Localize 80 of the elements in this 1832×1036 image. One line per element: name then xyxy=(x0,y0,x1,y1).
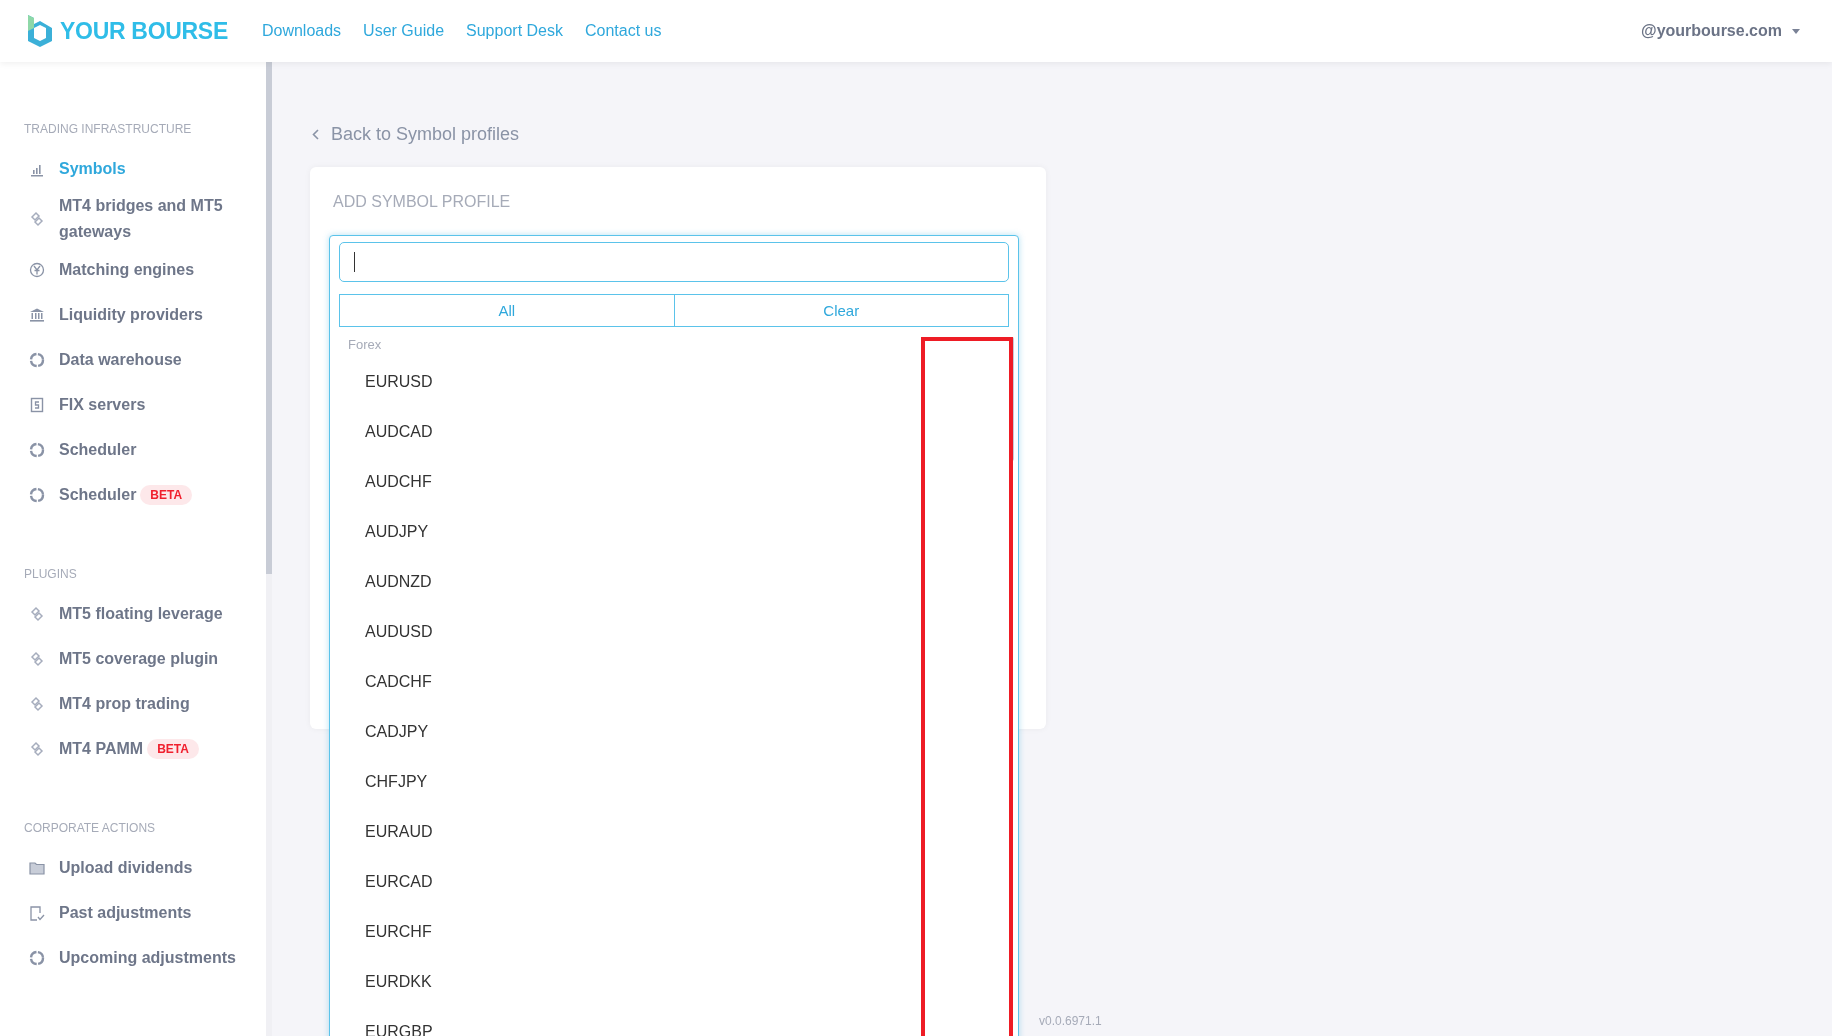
dropdown-option[interactable]: CADJPY xyxy=(339,707,429,757)
group-label: Forex xyxy=(347,337,383,354)
sidebar-item-label: Scheduler xyxy=(59,484,137,505)
dropdown-option[interactable]: EURUSD xyxy=(339,357,433,407)
sidebar-item-label: Liquidity providers xyxy=(59,304,203,325)
card-title: ADD SYMBOL PROFILE xyxy=(333,193,512,211)
beta-badge: BETA xyxy=(140,484,193,505)
select-button[interactable]: All xyxy=(339,294,675,327)
sidebar-item[interactable]: MT4 PAMM BETA xyxy=(24,726,266,771)
sidebar-item-label: Scheduler xyxy=(59,439,137,460)
sidebar-item-label: Symbols xyxy=(59,158,126,179)
sidebar-item[interactable]: Past adjustments xyxy=(24,890,266,935)
ring-icon xyxy=(29,486,45,503)
section-heading: CORPORATE ACTIONS xyxy=(24,821,157,835)
ring-icon xyxy=(29,351,45,368)
sidebar-item[interactable]: MT5 floating leverage xyxy=(24,591,266,636)
sidebar-item-label: Upcoming adjustments xyxy=(59,947,236,968)
chain-link-icon xyxy=(29,211,45,227)
logo-icon xyxy=(26,14,54,48)
sidebar-item-label: Matching engines xyxy=(59,259,195,280)
sidebar-item[interactable]: MT5 coverage plugin xyxy=(24,636,266,681)
sidebar-item[interactable]: Symbols xyxy=(24,146,266,191)
search-field[interactable] xyxy=(339,242,1009,282)
sidebar-item-label: Upload dividends xyxy=(59,857,193,878)
dropdown-option[interactable]: AUDCHF xyxy=(339,457,432,507)
sidebar-item[interactable]: Upload dividends xyxy=(24,845,266,890)
chain-link-icon xyxy=(29,740,45,757)
folder-icon xyxy=(29,859,45,876)
nav-link[interactable]: Contact us xyxy=(584,22,662,40)
dropdown-option[interactable]: AUDNZD xyxy=(339,557,432,607)
sidebar-item-label: MT4 bridges and MT5 gateways xyxy=(59,196,224,242)
chain-link-icon xyxy=(29,695,45,712)
dropdown-option[interactable]: CHFJPY xyxy=(339,757,428,807)
nav-link[interactable]: User Guide xyxy=(363,22,445,40)
dropdown-option[interactable]: CADCHF xyxy=(339,657,432,707)
sidebar-item[interactable]: Data warehouse xyxy=(24,337,266,382)
sidebar-item[interactable]: Liquidity providers xyxy=(24,292,266,337)
select-button[interactable]: Clear xyxy=(674,294,1009,327)
chevron-left-icon xyxy=(312,129,319,140)
sidebar-item[interactable]: Upcoming adjustments xyxy=(24,935,266,980)
chain-link-icon xyxy=(29,650,45,667)
section-heading: TRADING INFRASTRUCTURE xyxy=(24,122,193,136)
version-text: v0.0.6971.1 xyxy=(1039,1014,1102,1028)
ring-icon xyxy=(29,949,45,966)
scrollbar-thumb[interactable] xyxy=(266,62,272,574)
sidebar-item[interactable]: MT4 prop trading xyxy=(24,681,266,726)
account-menu[interactable]: @yourbourse.com xyxy=(1635,21,1806,41)
nav-link[interactable]: Downloads xyxy=(261,22,342,40)
dropdown-option[interactable]: EURCAD xyxy=(339,857,433,907)
dropdown-option[interactable]: AUDJPY xyxy=(339,507,429,557)
sidebar-item[interactable]: MT4 bridges and MT5 gateways xyxy=(24,191,266,247)
sidebar-item-label: MT5 coverage plugin xyxy=(59,648,219,669)
dropdown-option[interactable]: EURCHF xyxy=(339,907,432,957)
dropdown-option[interactable]: AUDUSD xyxy=(339,607,433,657)
scrollbar-thumb[interactable] xyxy=(1010,337,1014,461)
caret-icon xyxy=(1792,28,1800,34)
document-icon xyxy=(29,396,45,413)
back-link[interactable]: Back to Symbol profiles xyxy=(312,124,520,145)
dropdown-option[interactable]: AUDCAD xyxy=(339,407,433,457)
sidebar-item[interactable]: Matching engines xyxy=(24,247,266,292)
sidebar-item-label: MT4 PAMM xyxy=(59,738,144,759)
sidebar-item-label: FIX servers xyxy=(59,394,146,415)
sidebar-item-label: Past adjustments xyxy=(59,902,192,923)
logo-text: YOUR BOURSE xyxy=(60,17,228,45)
document-check-icon xyxy=(29,904,45,921)
dropdown-option[interactable]: EURAUD xyxy=(339,807,433,857)
bank-icon xyxy=(29,306,45,323)
sidebar-item[interactable]: FIX servers xyxy=(24,382,266,427)
sidebar-item-label: MT5 floating leverage xyxy=(59,603,223,624)
ring-icon xyxy=(29,441,45,458)
sidebar-item-label: MT4 prop trading xyxy=(59,693,190,714)
beta-badge: BETA xyxy=(147,738,199,759)
sidebar-item[interactable]: Scheduler BETA xyxy=(24,472,266,517)
sidebar-item-label: Data warehouse xyxy=(59,349,182,370)
chain-link-icon xyxy=(29,605,45,622)
nav-link[interactable]: Support Desk xyxy=(466,22,563,40)
section-heading: PLUGINS xyxy=(24,567,78,581)
yen-coin-icon xyxy=(29,261,45,278)
dropdown-option[interactable]: EURDKK xyxy=(339,957,432,1007)
sidebar-item[interactable]: Scheduler xyxy=(24,427,266,472)
